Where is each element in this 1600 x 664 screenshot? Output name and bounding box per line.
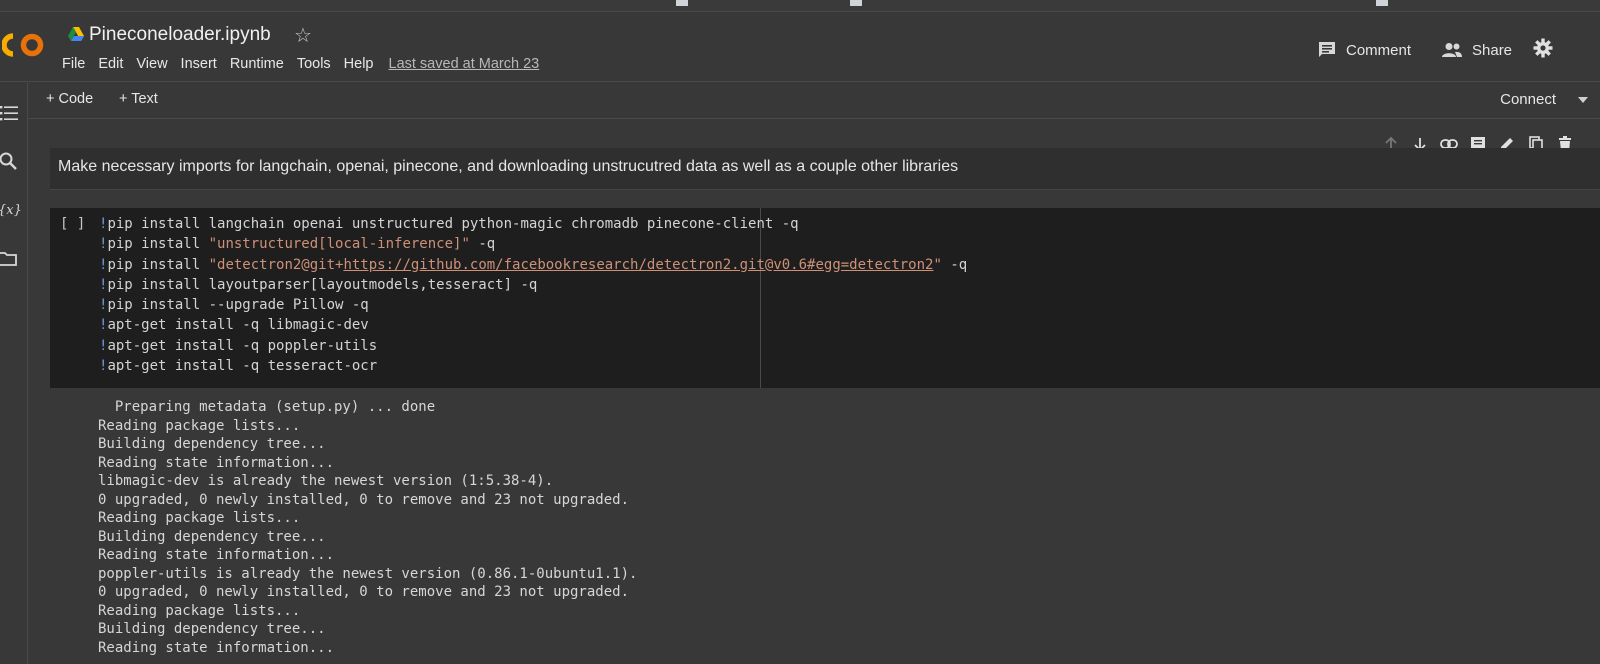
comment-button[interactable]: Comment <box>1318 38 1411 62</box>
notebook-toolbar: + Code + Text Connect <box>28 83 1600 119</box>
menu-runtime[interactable]: Runtime <box>230 56 284 72</box>
output-line: Reading package lists... <box>98 602 301 619</box>
output-line: Building dependency tree... <box>98 528 326 545</box>
add-code-button[interactable]: + Code <box>46 91 93 107</box>
code-token: -q <box>469 236 496 253</box>
output-line: Reading state information... <box>98 547 335 563</box>
text-cell[interactable]: Make necessary imports for langchain, op… <box>50 148 1600 190</box>
code-token: pip install <box>107 256 209 273</box>
tab-indicator <box>850 0 862 6</box>
search-icon[interactable] <box>0 151 18 171</box>
star-icon[interactable]: ☆ <box>294 23 312 48</box>
code-line: !pip install layoutparser[layoutmodels,t… <box>99 275 967 295</box>
colab-logo-icon[interactable] <box>2 32 46 58</box>
code-line: !apt-get install -q poppler-utils <box>99 336 967 356</box>
menu-edit[interactable]: Edit <box>98 56 123 72</box>
google-drive-icon <box>68 27 84 41</box>
code-editor[interactable]: !pip install langchain openai unstructur… <box>99 214 967 376</box>
output-line: Reading state information... <box>98 454 335 471</box>
comment-label: Comment <box>1346 41 1412 59</box>
code-token: apt-get install -q poppler-utils <box>107 337 378 354</box>
code-token: pip install langchain openai unstructure… <box>107 216 799 232</box>
code-token: apt-get install -q tesseract-ocr <box>107 358 378 375</box>
share-button[interactable]: Share <box>1442 38 1512 62</box>
output-line: Reading state information... <box>98 639 335 656</box>
code-token: pip install <box>107 236 209 253</box>
settings-button[interactable] <box>1533 36 1563 60</box>
notebook-header: Pineconeloader.ipynb ☆ File Edit View In… <box>0 12 1600 82</box>
browser-top-strip <box>0 0 1600 12</box>
code-token: " <box>933 256 942 273</box>
code-token[interactable]: https://github.com/facebookresearch/dete… <box>343 257 933 273</box>
variables-icon[interactable]: {x} <box>0 201 22 221</box>
menu-help[interactable]: Help <box>344 56 374 72</box>
text-cell-content: Make necessary imports for langchain, op… <box>58 158 959 175</box>
table-of-contents-icon[interactable] <box>0 103 18 123</box>
output-line: poppler-utils is already the newest vers… <box>98 565 638 582</box>
output-line: Building dependency tree... <box>98 621 326 637</box>
code-token: "detectron2@git+ <box>208 256 344 273</box>
code-line: !apt-get install -q tesseract-ocr <box>99 356 967 376</box>
menu-view[interactable]: View <box>136 56 167 72</box>
output-line: Building dependency tree... <box>98 436 326 452</box>
connect-button[interactable]: Connect <box>1500 91 1556 108</box>
code-line: !pip install --upgrade Pillow -q <box>99 295 967 315</box>
menu-file[interactable]: File <box>62 56 85 72</box>
connect-dropdown-icon[interactable] <box>1578 97 1588 103</box>
output-line: 0 upgraded, 0 newly installed, 0 to remo… <box>98 491 630 508</box>
output-line: Reading package lists... <box>98 417 301 434</box>
comment-icon <box>1319 42 1335 57</box>
notebook-title[interactable]: Pineconeloader.ipynb <box>89 24 271 46</box>
add-text-button[interactable]: + Text <box>119 91 158 107</box>
menu-tools[interactable]: Tools <box>297 56 331 72</box>
output-line: Reading package lists... <box>98 510 301 526</box>
run-cell-button[interactable]: [ ] <box>60 216 85 232</box>
code-token: pip install --upgrade Pillow -q <box>107 297 369 314</box>
output-line: 0 upgraded, 0 newly installed, 0 to remo… <box>98 584 630 600</box>
people-icon <box>1442 43 1462 57</box>
code-line: !pip install "unstructured[local-inferen… <box>99 234 967 254</box>
left-sidebar: {x} <box>0 83 28 664</box>
menu-bar: File Edit View Insert Runtime Tools Help… <box>62 56 552 72</box>
code-line: !pip install "detectron2@git+https://git… <box>99 255 967 275</box>
gear-icon <box>1533 38 1553 58</box>
tab-indicator <box>676 0 688 6</box>
last-saved-link[interactable]: Last saved at March 23 <box>389 56 540 72</box>
code-token: "unstructured[local-inference]" <box>208 236 470 253</box>
share-label: Share <box>1472 41 1513 59</box>
code-token: pip install layoutparser[layoutmodels,te… <box>107 276 538 293</box>
folder-icon[interactable] <box>0 249 18 269</box>
code-token: -q <box>941 256 968 273</box>
output-line: libmagic-dev is already the newest versi… <box>98 473 554 489</box>
code-token: apt-get install -q libmagic-dev <box>107 317 369 334</box>
menu-insert[interactable]: Insert <box>181 56 217 72</box>
output-line: Preparing metadata (setup.py) ... done <box>98 399 436 415</box>
code-line: !apt-get install -q libmagic-dev <box>99 315 967 335</box>
code-line: !pip install langchain openai unstructur… <box>99 214 967 234</box>
cell-output: Preparing metadata (setup.py) ... done Re… <box>98 398 637 657</box>
tab-indicator <box>1376 0 1388 6</box>
